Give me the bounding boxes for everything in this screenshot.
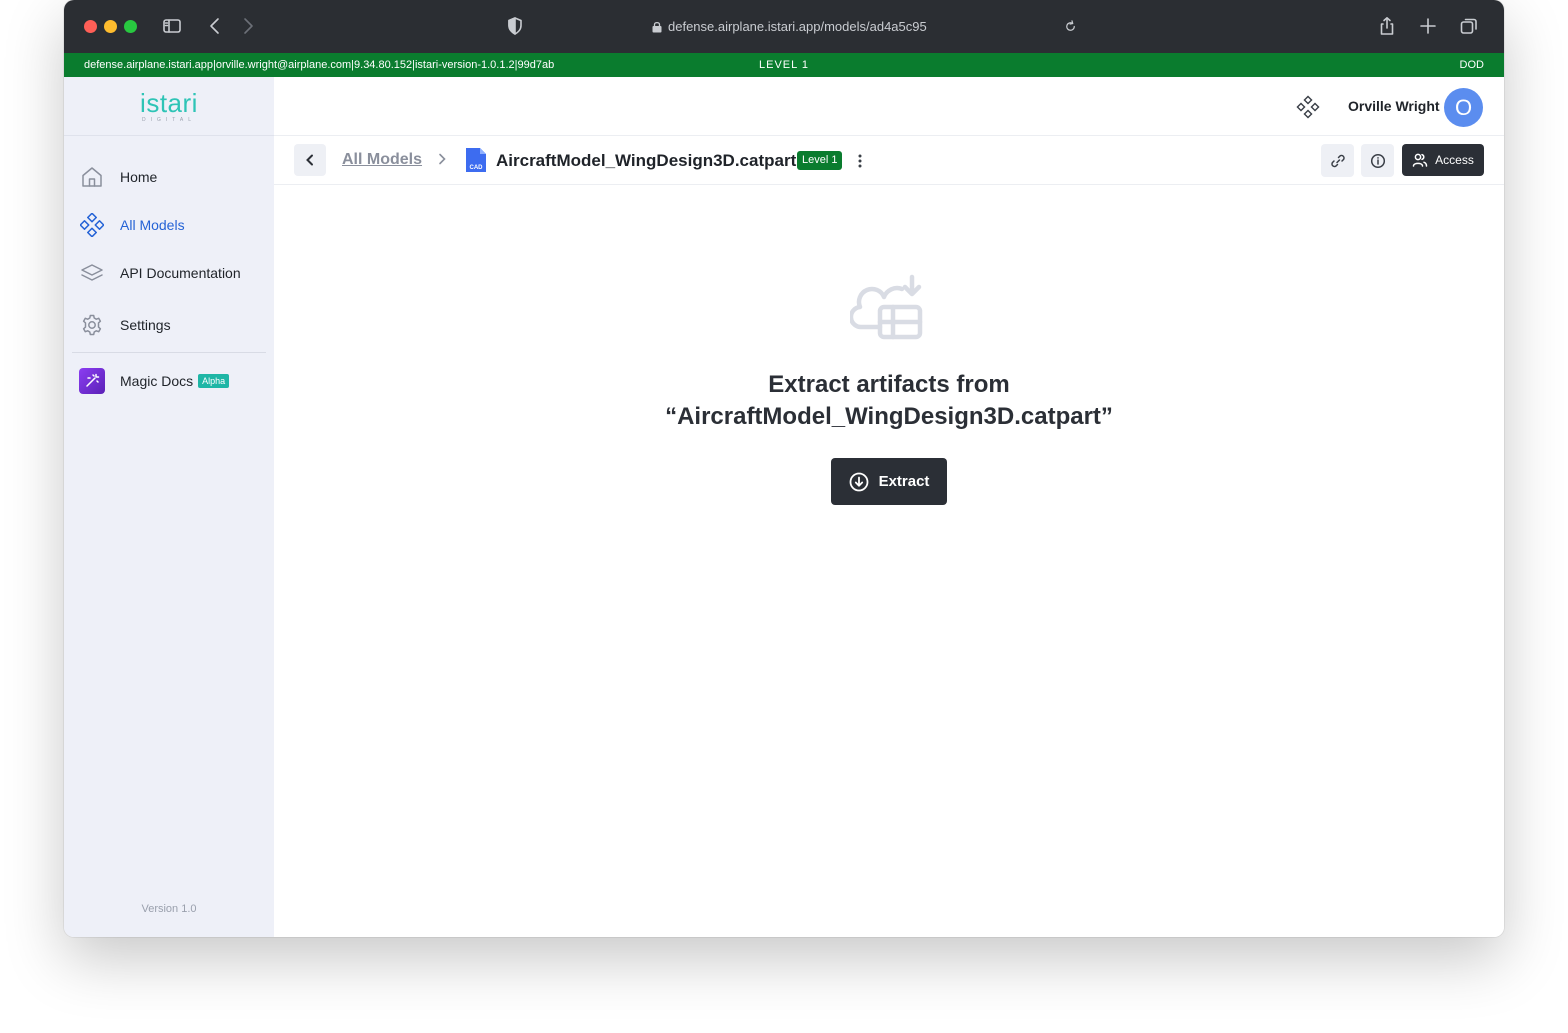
lock-icon — [652, 21, 662, 33]
sidebar-item-label: API Documentation — [120, 265, 241, 281]
model-title: AircraftModel_WingDesign3D.catpart — [496, 151, 797, 170]
file-type-label: CAD — [470, 165, 484, 171]
info-button[interactable] — [1361, 144, 1394, 177]
access-button-label: Access — [1435, 153, 1474, 167]
top-header: Orville Wright O — [274, 77, 1504, 136]
minimize-window-button[interactable] — [104, 20, 117, 33]
sidebar-item-label: Home — [120, 169, 158, 185]
extract-artifacts-icon — [848, 267, 928, 343]
sidebar-item-label: Settings — [120, 317, 171, 333]
breadcrumb: All Models CAD AircraftModel_WingDesign3… — [274, 136, 1504, 185]
copy-link-button[interactable] — [1321, 144, 1354, 177]
classification-banner: defense.airplane.istari.app|orville.wrig… — [64, 53, 1504, 77]
link-icon — [1330, 154, 1345, 167]
sidebar-divider — [72, 352, 266, 353]
sidebar-item-label: All Models — [120, 217, 185, 233]
classification-org: DOD — [1459, 59, 1484, 71]
classification-level: LEVEL 1 — [758, 59, 809, 71]
level-badge: Level 1 — [797, 151, 843, 170]
cad-file-icon: CAD — [463, 147, 489, 173]
istari-logo[interactable]: istari DIGITAL — [64, 77, 274, 136]
sidebar-item-api-documentation[interactable]: API Documentation — [64, 253, 274, 293]
chevron-left-icon — [306, 154, 313, 166]
sidebar-item-all-models[interactable]: All Models — [64, 205, 274, 245]
avatar[interactable]: O — [1444, 88, 1483, 127]
home-icon — [80, 165, 104, 189]
logo-subtitle: DIGITAL — [141, 116, 197, 123]
back-arrow-icon[interactable] — [203, 14, 227, 38]
sidebar-item-magic-docs[interactable]: Magic Docs Alpha — [64, 361, 274, 401]
tab-overview-icon[interactable] — [1457, 14, 1481, 38]
user-name[interactable]: Orville Wright — [1348, 98, 1440, 114]
info-icon — [1370, 153, 1385, 168]
close-window-button[interactable] — [84, 20, 97, 33]
sidebar-item-label-group: Magic Docs Alpha — [120, 373, 230, 389]
app-version: Version 1.0 — [141, 903, 197, 915]
layers-icon — [80, 261, 104, 285]
gear-icon — [80, 313, 104, 337]
empty-state-title: Extract artifacts from “AircraftModel_Wi… — [274, 369, 1504, 433]
url-text: defense.airplane.istari.app/models/ad4a5… — [668, 19, 927, 34]
more-options-icon[interactable] — [854, 150, 866, 172]
privacy-shield-icon[interactable] — [503, 14, 527, 38]
new-tab-icon[interactable] — [1416, 14, 1440, 38]
chevron-right-icon — [435, 152, 449, 166]
maximize-window-button[interactable] — [124, 20, 137, 33]
models-switcher-icon[interactable] — [1296, 95, 1320, 119]
sidebar-item-label: Magic Docs — [120, 373, 194, 389]
share-icon[interactable] — [1375, 14, 1399, 38]
breadcrumb-all-models-link[interactable]: All Models — [342, 151, 422, 169]
sidebar-toggle-icon[interactable] — [160, 14, 184, 38]
address-bar[interactable]: defense.airplane.istari.app/models/ad4a5… — [652, 17, 927, 37]
main-content: Orville Wright O All Models CAD Aircraft… — [274, 77, 1504, 937]
back-button[interactable] — [294, 144, 326, 176]
alpha-badge: Alpha — [198, 374, 230, 388]
users-icon — [1412, 153, 1428, 167]
logo-wordmark: istari — [140, 87, 198, 118]
access-button[interactable]: Access — [1402, 144, 1484, 176]
empty-state-title-line2: “AircraftModel_WingDesign3D.catpart” — [665, 403, 1113, 430]
sidebar: istari DIGITAL Home All Models API Docum… — [64, 77, 274, 937]
models-icon — [80, 213, 104, 237]
extract-button-label: Extract — [878, 473, 930, 490]
sidebar-item-home[interactable]: Home — [64, 157, 274, 197]
extract-button[interactable]: Extract — [831, 458, 947, 505]
magic-wand-icon — [79, 368, 105, 394]
reload-icon[interactable] — [1058, 14, 1082, 38]
empty-state-title-line1: Extract artifacts from — [768, 371, 1010, 398]
download-circle-icon — [849, 472, 868, 491]
browser-toolbar: defense.airplane.istari.app/models/ad4a5… — [64, 0, 1504, 53]
forward-arrow-icon[interactable] — [236, 14, 260, 38]
browser-window: defense.airplane.istari.app/models/ad4a5… — [64, 0, 1504, 937]
sidebar-item-settings[interactable]: Settings — [64, 305, 274, 345]
